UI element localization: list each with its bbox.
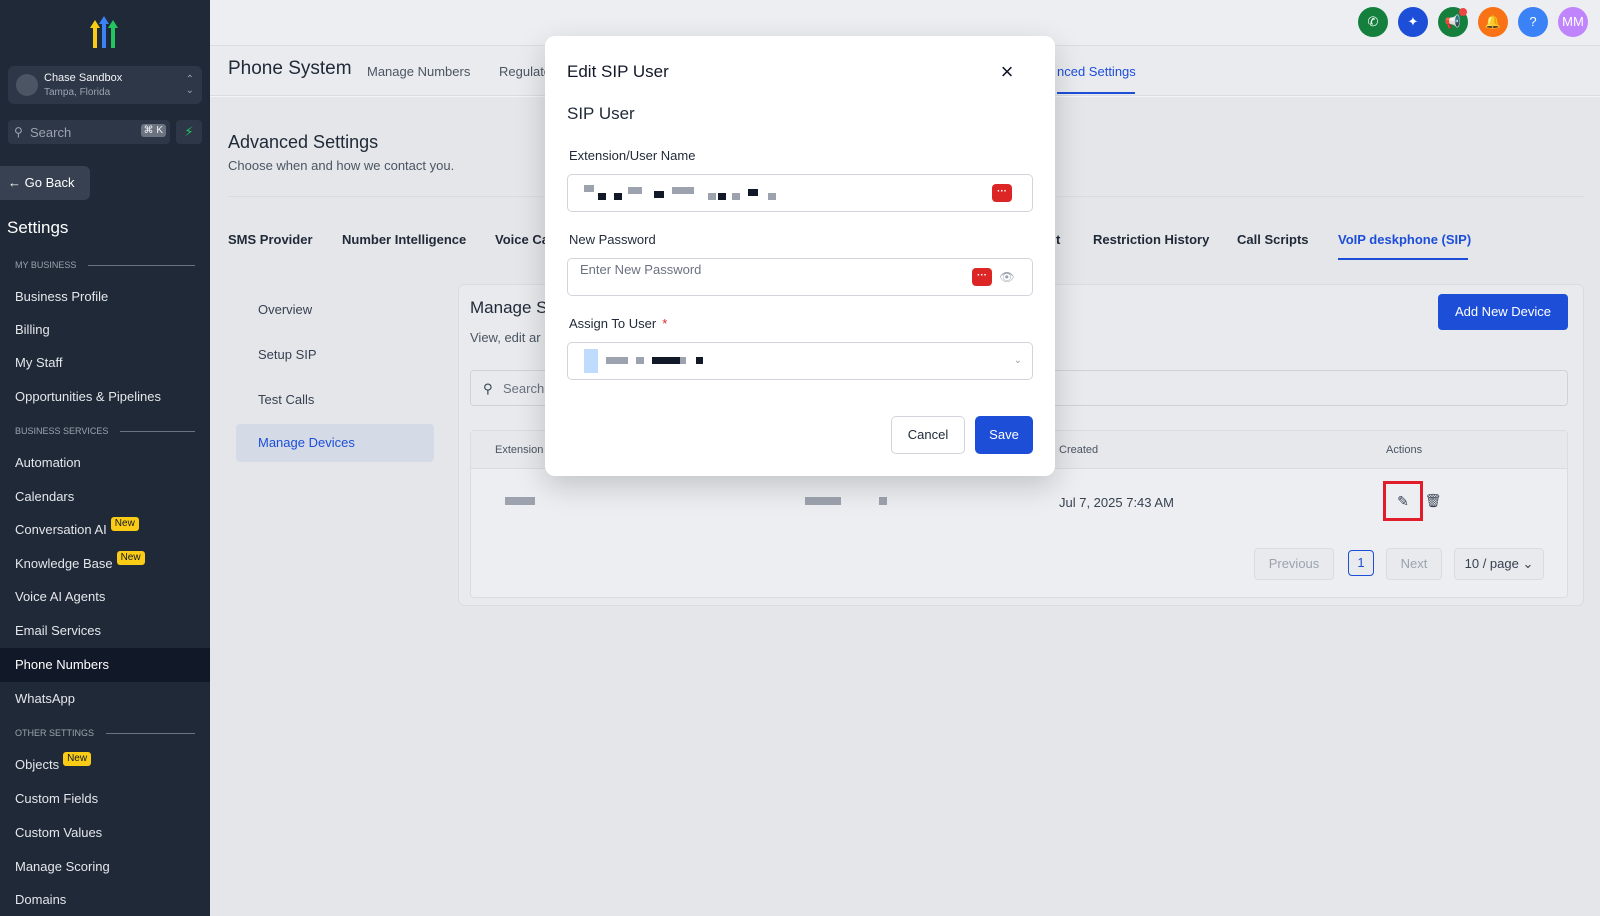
password-label: New Password (569, 232, 656, 247)
chevron-down-icon: ⌄ (1013, 355, 1022, 366)
eye-off-icon[interactable]: 👁 (998, 268, 1016, 286)
extension-input[interactable]: ··· (567, 174, 1033, 212)
required-mark: * (662, 316, 668, 331)
modal-title: Edit SIP User (567, 62, 669, 81)
assign-user-select[interactable]: ⌄ (567, 342, 1033, 380)
save-button[interactable]: Save (975, 416, 1033, 454)
user-avatar-redacted (584, 349, 598, 373)
password-manager-icon[interactable]: ··· (972, 268, 992, 286)
assign-user-label-text: Assign To User (569, 316, 657, 331)
password-input[interactable]: Enter New Password ··· 👁 (567, 258, 1033, 296)
password-manager-icon[interactable]: ··· (992, 184, 1012, 202)
edit-sip-user-modal: Edit SIP User × SIP User Extension/User … (545, 36, 1055, 476)
extension-label: Extension/User Name (569, 148, 696, 163)
modal-section-title: SIP User (567, 104, 635, 123)
cancel-button[interactable]: Cancel (891, 416, 965, 454)
close-icon[interactable]: × (995, 60, 1019, 84)
assign-user-label: Assign To User * (569, 316, 667, 331)
password-placeholder: Enter New Password (580, 262, 702, 277)
